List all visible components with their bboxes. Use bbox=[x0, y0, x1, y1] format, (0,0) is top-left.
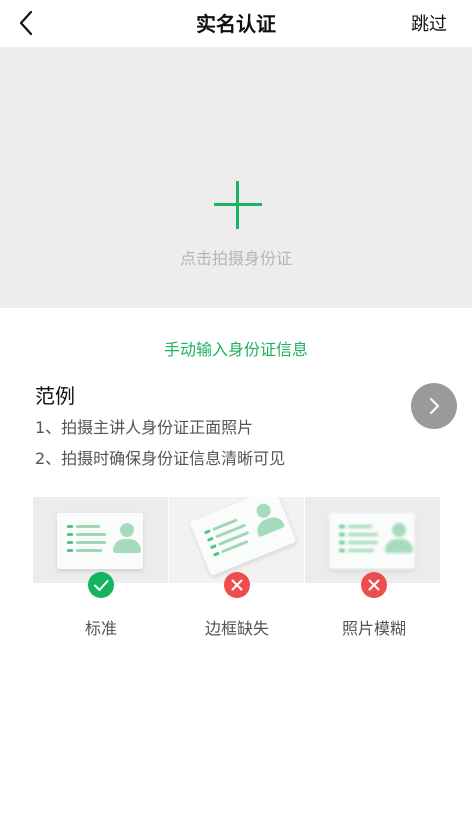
sample-image-standard bbox=[33, 497, 168, 583]
capture-id-card-area[interactable]: 点击拍摄身份证 bbox=[0, 47, 472, 308]
sample-caption-standard: 标准 bbox=[84, 619, 117, 638]
example-title: 范例 bbox=[35, 384, 75, 408]
manual-entry-link[interactable]: 手动输入身份证信息 bbox=[0, 336, 472, 360]
id-card-illustration bbox=[189, 497, 297, 577]
example-instruction-2: 2、拍摄时确保身份证信息清晰可见 bbox=[35, 449, 286, 468]
page-title: 实名认证 bbox=[196, 12, 276, 36]
sample-caption-blurred: 照片模糊 bbox=[341, 619, 406, 638]
plus-icon bbox=[214, 181, 262, 229]
error-x-icon bbox=[224, 572, 250, 598]
example-instruction-1: 1、拍摄主讲人身份证正面照片 bbox=[35, 418, 254, 437]
sample-image-blurred bbox=[305, 497, 440, 583]
nav-bar: 实名认证 跳过 bbox=[0, 0, 472, 46]
check-icon bbox=[88, 572, 114, 598]
id-card-illustration bbox=[329, 513, 415, 569]
error-x-icon bbox=[361, 572, 387, 598]
chevron-right-icon bbox=[430, 398, 439, 414]
id-card-illustration bbox=[57, 513, 143, 569]
capture-label: 点击拍摄身份证 bbox=[179, 249, 292, 268]
next-example-button[interactable] bbox=[411, 383, 457, 429]
skip-button[interactable]: 跳过 bbox=[411, 10, 447, 36]
sample-image-missing-border bbox=[169, 497, 304, 583]
example-samples bbox=[33, 497, 441, 583]
sample-caption-missing-border: 边框缺失 bbox=[204, 619, 269, 638]
